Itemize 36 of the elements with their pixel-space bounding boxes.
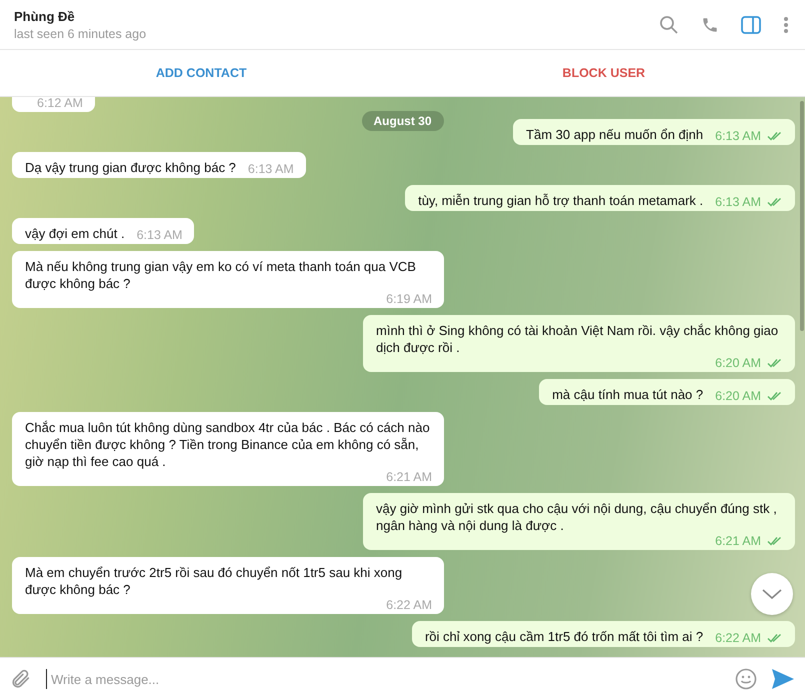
chevron-down-icon: [761, 588, 783, 600]
message-time: 6:22 AM: [715, 631, 761, 645]
message-time: 6:13 AM: [248, 162, 294, 176]
message-text: Mà nếu không trung gian vậy em ko có ví meta thanh toán qua VCB được không bác ?: [25, 258, 417, 292]
message-text: Tầm 30 app nếu muốn ổn định: [526, 126, 704, 143]
message-text: Dạ vậy trung gian được không bác ?: [25, 159, 236, 176]
attach-icon[interactable]: [10, 668, 32, 690]
sidebar-toggle-icon[interactable]: [741, 16, 761, 34]
message-time: 6:13 AM: [136, 228, 182, 242]
scroll-down-button[interactable]: [751, 573, 793, 615]
message-text: Chắc mua luôn tút không dùng sandbox 4tr của bác . Bác có cách nào chuyển tiền được không ? Tiền trong Binance của em không có sẵn, giờ nạp thì fee cao quá .: [25, 419, 431, 470]
message-time: 6:20 AM: [715, 389, 761, 403]
message-time: 6:19 AM: [386, 292, 432, 306]
contact-name: Phùng Đề: [14, 8, 76, 24]
date-pill: August 30: [362, 111, 444, 131]
message-text: tùy, miễn trung gian hỗ trợ thanh toán metamark .: [418, 192, 704, 209]
message-text: mình thì ở Sing không có tài khoản Việt Nam rồi. vậy chắc không giao dịch được rồi .: [376, 322, 780, 356]
send-icon[interactable]: [771, 668, 795, 690]
last-seen-status: last seen 6 minutes ago: [14, 26, 146, 40]
phone-icon[interactable]: [701, 16, 719, 34]
message-time: 6:21 AM: [386, 470, 432, 484]
message-time: 6:22 AM: [386, 598, 432, 612]
message-text: vậy đợi em chút .: [25, 225, 125, 242]
message-time: 6:12 AM: [37, 97, 83, 110]
message-text: mà cậu tính mua tút nào ?: [552, 386, 704, 403]
emoji-icon[interactable]: [735, 668, 757, 690]
search-icon[interactable]: [659, 14, 679, 34]
message-text: vậy giờ mình gửi stk qua cho cậu với nội dung, cậu chuyển đúng stk , ngân hàng và nội dung là được .: [376, 500, 778, 534]
message-time: 6:21 AM: [715, 534, 761, 548]
message-text: rồi chỉ xong cậu cầm 1tr5 đó trốn mất tôi tìm ai ?: [424, 628, 704, 645]
scrollbar-thumb[interactable]: [800, 101, 804, 331]
message-time: 6:13 AM: [715, 195, 761, 209]
message-time: 6:13 AM: [715, 129, 761, 143]
more-menu-icon[interactable]: [783, 16, 789, 34]
message-time: 6:20 AM: [715, 356, 761, 370]
message-text: Mà em chuyển trước 2tr5 rồi sau đó chuyển nốt 1tr5 sau khi xong được không bác ?: [25, 564, 404, 598]
